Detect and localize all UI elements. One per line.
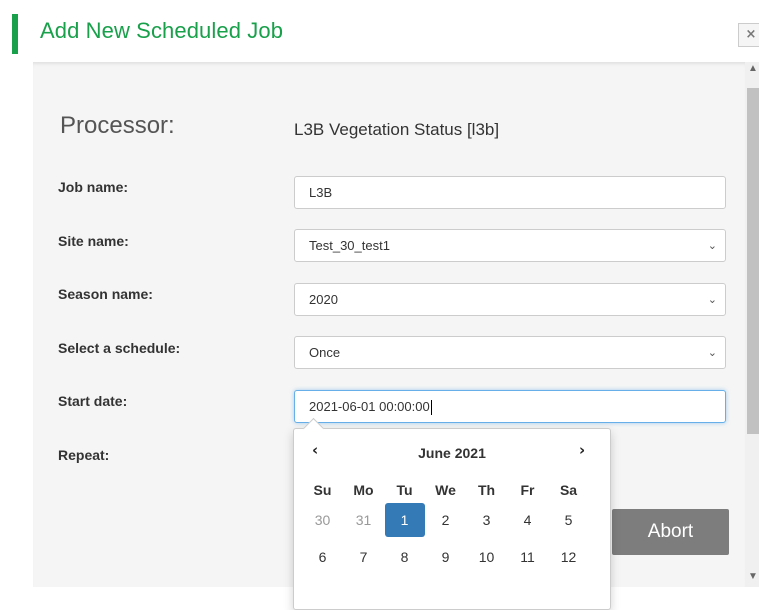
dialog-title: Add New Scheduled Job bbox=[40, 18, 284, 43]
scroll-down-icon[interactable]: ▼ bbox=[747, 570, 759, 584]
site-name-value: Test_30_test1 bbox=[309, 238, 390, 253]
schedule-value: Once bbox=[309, 345, 341, 360]
weekday-header: We bbox=[435, 482, 456, 498]
chevron-down-icon: ⌄ bbox=[707, 293, 717, 306]
datepicker-month-label[interactable]: June 2021 bbox=[294, 445, 610, 461]
weekday-header: Th bbox=[477, 482, 496, 498]
job-name-value: L3B bbox=[309, 185, 333, 200]
season-name-label: Season name: bbox=[58, 286, 153, 302]
day-cell[interactable]: 11 bbox=[507, 539, 548, 576]
day-cell[interactable]: 31 bbox=[343, 502, 384, 539]
next-month-icon[interactable]: › bbox=[579, 441, 585, 459]
day-cell[interactable]: 30 bbox=[302, 502, 343, 539]
season-name-value: 2020 bbox=[309, 292, 338, 307]
weekday-header: Sa bbox=[559, 482, 578, 498]
close-icon: × bbox=[745, 27, 757, 42]
scrollbar[interactable]: ▲ ▼ bbox=[745, 62, 759, 587]
repeat-label: Repeat: bbox=[58, 447, 110, 463]
datepicker-popup: ‹ June 2021 › Su Mo Tu We Th Fr Sa 30 31… bbox=[293, 417, 611, 610]
chevron-down-icon: ⌄ bbox=[707, 346, 717, 359]
processor-value: L3B Vegetation Status [l3b] bbox=[294, 120, 500, 139]
day-cell[interactable]: 2 bbox=[425, 502, 466, 539]
week-row: 30 31 1 2 3 4 5 bbox=[302, 502, 589, 539]
day-cell[interactable]: 12 bbox=[548, 539, 589, 576]
day-cell[interactable]: 3 bbox=[466, 502, 507, 539]
weekday-header: Su bbox=[313, 482, 332, 498]
weekday-header: Fr bbox=[520, 482, 535, 498]
day-cell[interactable]: 10 bbox=[466, 539, 507, 576]
schedule-select[interactable]: Once ⌄ bbox=[294, 336, 726, 369]
abort-button[interactable]: Abort bbox=[612, 509, 729, 555]
day-cell[interactable]: 9 bbox=[425, 539, 466, 576]
selected-day-label: 1 bbox=[384, 503, 425, 537]
site-name-select[interactable]: Test_30_test1 ⌄ bbox=[294, 229, 726, 262]
datepicker-grid: Su Mo Tu We Th Fr Sa 30 31 1 2 3 4 5 6 7… bbox=[302, 479, 589, 576]
site-name-label: Site name: bbox=[58, 233, 129, 249]
start-date-input[interactable]: 2021-06-01 00:00:00 bbox=[294, 390, 726, 423]
job-name-input[interactable]: L3B bbox=[294, 176, 726, 209]
start-date-value: 2021-06-01 00:00:00 bbox=[309, 399, 430, 414]
text-caret bbox=[430, 400, 432, 416]
schedule-label: Select a schedule: bbox=[58, 340, 181, 356]
title-accent-bar bbox=[12, 14, 18, 54]
day-cell[interactable]: 5 bbox=[548, 502, 589, 539]
job-name-label: Job name: bbox=[58, 179, 129, 195]
start-date-label: Start date: bbox=[58, 393, 128, 409]
weekday-header: Mo bbox=[353, 482, 374, 498]
processor-label: Processor: bbox=[60, 112, 175, 139]
close-button[interactable]: × bbox=[738, 23, 759, 47]
scroll-up-icon[interactable]: ▲ bbox=[747, 62, 759, 76]
day-cell-selected[interactable]: 1 bbox=[384, 502, 425, 539]
chevron-down-icon: ⌄ bbox=[707, 239, 717, 252]
day-cell[interactable]: 4 bbox=[507, 502, 548, 539]
day-cell[interactable]: 8 bbox=[384, 539, 425, 576]
weekday-header-row: Su Mo Tu We Th Fr Sa bbox=[302, 479, 589, 502]
day-cell[interactable]: 7 bbox=[343, 539, 384, 576]
scroll-thumb[interactable] bbox=[747, 88, 759, 434]
week-row: 6 7 8 9 10 11 12 bbox=[302, 539, 589, 576]
weekday-header: Tu bbox=[396, 482, 413, 498]
season-name-select[interactable]: 2020 ⌄ bbox=[294, 283, 726, 316]
day-cell[interactable]: 6 bbox=[302, 539, 343, 576]
